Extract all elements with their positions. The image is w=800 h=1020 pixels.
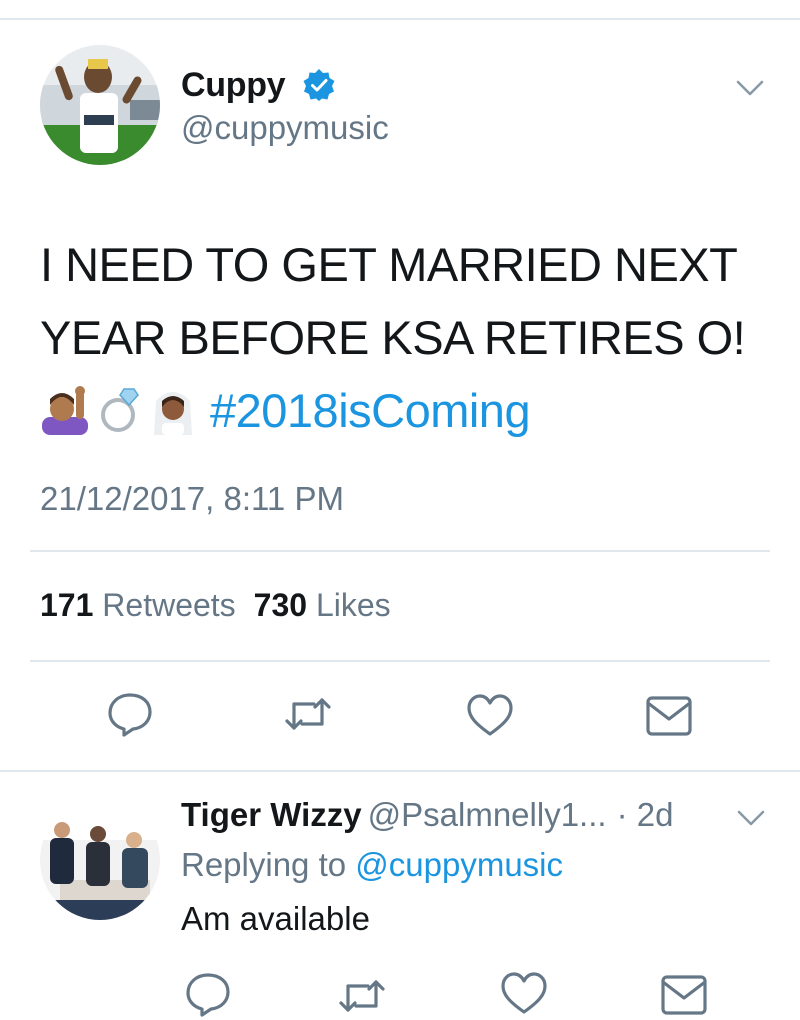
replying-to-link[interactable]: @cuppymusic	[355, 846, 563, 883]
tweet-text-line: I NEED TO GET MARRIED NEXT	[40, 238, 738, 291]
hashtag-link[interactable]: #2018isComing	[210, 384, 531, 437]
author-handle[interactable]: @cuppymusic	[181, 109, 389, 147]
bride-with-veil-emoji-icon	[154, 392, 192, 435]
direct-message-button[interactable]	[645, 693, 693, 741]
reply-reply-button[interactable]	[184, 970, 232, 1018]
divider	[30, 550, 770, 552]
reply-retweet-button[interactable]	[338, 972, 386, 1020]
likes-label: Likes	[315, 587, 391, 623]
ring-emoji-icon	[101, 388, 139, 432]
reply-icon	[186, 973, 230, 1017]
reply-time[interactable]: · 2d	[617, 796, 674, 833]
likes-stat[interactable]: 730 Likes	[254, 587, 391, 623]
divider	[30, 660, 770, 662]
reply-button[interactable]	[106, 690, 154, 738]
retweets-count: 171	[40, 587, 94, 623]
tweet-text-line: YEAR BEFORE KSA RETIRES O!	[40, 311, 746, 364]
tweet-timestamp: 21/12/2017, 8:11 PM	[40, 480, 344, 517]
author-avatar[interactable]	[40, 45, 160, 165]
direct-message-icon	[646, 696, 692, 736]
retweets-label: Retweets	[102, 587, 236, 623]
chevron-down-icon[interactable]	[736, 808, 766, 828]
reply-direct-message-button[interactable]	[660, 972, 708, 1020]
like-icon	[501, 972, 547, 1014]
raising-hand-emoji-icon	[42, 386, 88, 435]
likes-count: 730	[253, 587, 308, 623]
like-button[interactable]	[466, 692, 514, 740]
tweet-emoji-line: #2018isComing	[40, 374, 760, 447]
tweet-text: I NEED TO GET MARRIED NEXT YEAR BEFORE K…	[40, 228, 760, 447]
replying-to: Replying to @cuppymusic	[181, 846, 563, 884]
verified-badge-icon	[303, 69, 335, 101]
divider	[0, 770, 800, 772]
direct-message-icon	[661, 975, 707, 1015]
tweet-stats: 171 Retweets 730 Likes	[40, 587, 391, 624]
retweet-icon	[285, 698, 331, 730]
reply-text: Am available	[181, 900, 370, 937]
top-divider	[0, 18, 800, 20]
retweet-icon	[339, 980, 385, 1012]
reply-author-avatar[interactable]	[40, 800, 160, 920]
reply-icon	[108, 693, 152, 737]
reply-author-handle[interactable]: @Psalmnelly1...	[368, 796, 607, 833]
retweet-button[interactable]	[284, 690, 332, 738]
reply-header: Tiger Wizzy @Psalmnelly1... · 2d	[181, 796, 673, 834]
reply-author-name[interactable]: Tiger Wizzy	[181, 796, 362, 833]
reply-like-button[interactable]	[500, 970, 548, 1018]
retweets-stat[interactable]: 171 Retweets	[40, 587, 236, 623]
author-name[interactable]: Cuppy	[181, 66, 286, 105]
chevron-down-icon[interactable]	[735, 78, 765, 98]
like-icon	[467, 694, 513, 736]
replying-to-label: Replying to	[181, 846, 347, 883]
